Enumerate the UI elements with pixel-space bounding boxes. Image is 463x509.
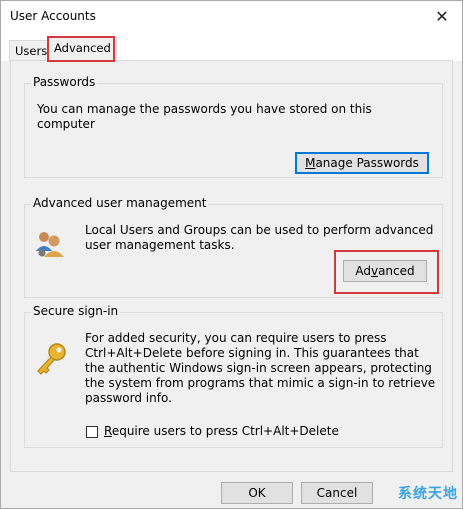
manage-passwords-label-accel: M [305,156,316,170]
advanced-user-management-description: Local Users and Groups can be used to pe… [85,223,434,252]
advanced-button[interactable]: Ad v anced [343,260,427,282]
advanced-label-rest: anced [378,264,415,278]
secure-signin-group: Secure sign-in For added security, you c… [24,304,443,448]
secure-signin-description: For added security, you can require user… [85,331,436,405]
advanced-label-accel: v [370,264,379,278]
tab-users[interactable]: Users [9,40,54,61]
tab-advanced[interactable]: Advanced [48,37,117,61]
title-bar: User Accounts ✕ [1,1,462,31]
advanced-label-pre: Ad [355,264,371,278]
ok-button[interactable]: OK [221,482,293,504]
watermark-logo: 系统天地 [398,486,458,502]
tab-users-label: Users [15,44,48,58]
manage-passwords-button[interactable]: Manage Passwords [295,152,429,174]
require-ctrl-alt-delete-label[interactable]: Require users to press Ctrl+Alt+Delete [104,424,339,439]
close-icon: ✕ [435,6,449,26]
passwords-group: Passwords You can manage the passwords y… [24,75,443,178]
passwords-group-label: Passwords [31,75,98,89]
manage-passwords-label-rest: anage Passwords [315,156,419,170]
close-button[interactable]: ✕ [422,1,462,31]
advanced-user-management-label: Advanced user management [31,196,209,210]
advanced-user-management-group: Advanced user management Local Users and… [24,196,443,298]
cancel-button[interactable]: Cancel [301,482,373,504]
tab-advanced-label: Advanced [54,41,111,55]
tab-strip: Users Advanced [1,31,462,61]
key-icon [37,343,66,375]
users-icon [36,232,64,257]
checkbox-label-rest: equire users to press Ctrl+Alt+Delete [111,424,339,438]
user-accounts-window: User Accounts ✕ Users Advanced Passwords… [0,0,463,509]
advanced-tab-panel: Passwords You can manage the passwords y… [10,60,453,472]
checkbox-label-accel: R [104,424,112,438]
passwords-description: You can manage the passwords you have st… [37,102,372,131]
require-ctrl-alt-delete-checkbox[interactable] [86,426,98,438]
secure-signin-label: Secure sign-in [31,304,121,318]
window-title: User Accounts [10,9,96,23]
